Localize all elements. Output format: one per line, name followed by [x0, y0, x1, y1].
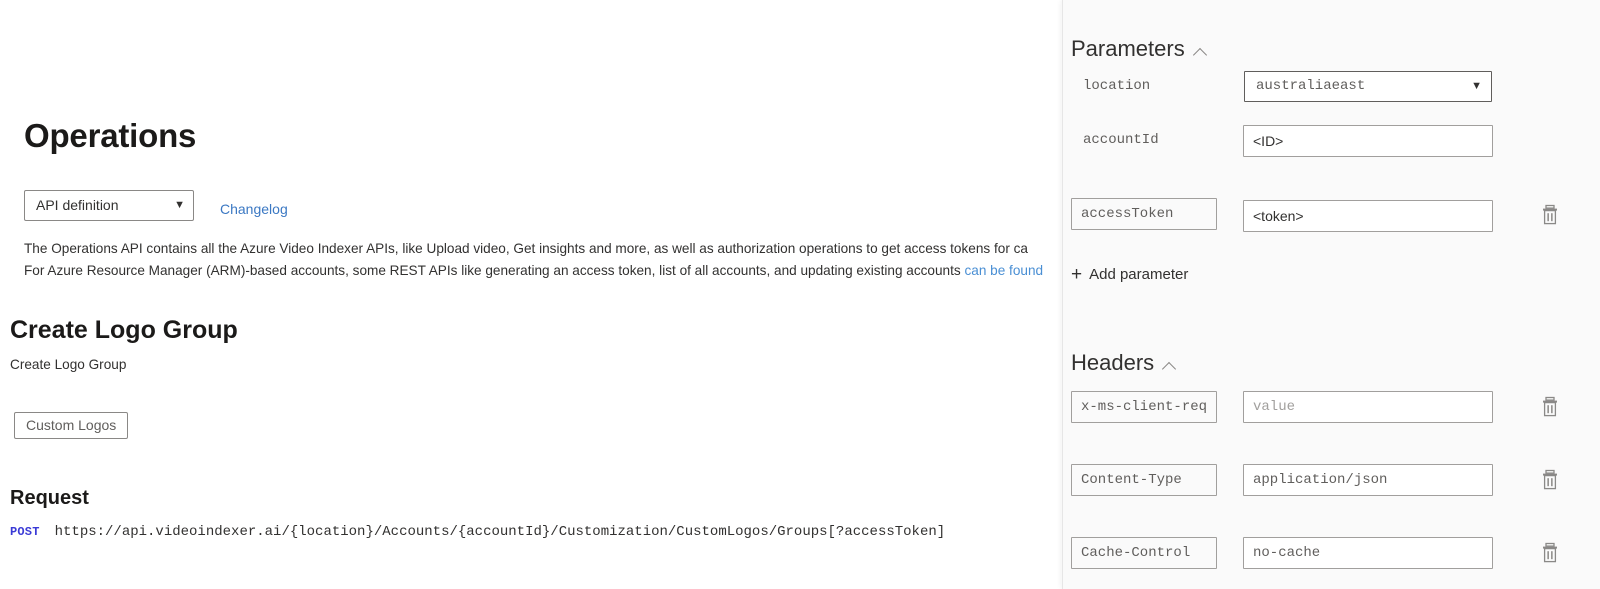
changelog-link[interactable]: Changelog: [220, 195, 288, 217]
parameter-label-location: location: [1083, 78, 1151, 94]
parameter-value-input-accesstoken[interactable]: <token>: [1243, 200, 1493, 232]
api-description: The Operations API contains all the Azur…: [24, 238, 1062, 282]
parameter-input-accountid[interactable]: <ID>: [1243, 125, 1493, 157]
plus-icon: +: [1071, 263, 1083, 285]
request-url-text: https://api.videoindexer.ai/{location}/A…: [54, 524, 946, 540]
add-parameter-label: Add parameter: [1089, 266, 1189, 283]
page-title: Operations: [24, 117, 197, 154]
arm-docs-link[interactable]: can be found: [964, 263, 1043, 278]
documentation-pane: Operations API definition ▼ Changelog Th…: [0, 0, 1062, 589]
parameter-row-location: location australiaeast ▼: [1063, 71, 1600, 105]
api-definition-select[interactable]: API definition: [24, 190, 194, 221]
header-row: Content-Type application/json: [1063, 464, 1600, 498]
custom-logos-tag-button[interactable]: Custom Logos: [14, 412, 129, 439]
trash-icon[interactable]: [1540, 469, 1560, 491]
trash-icon[interactable]: [1540, 396, 1560, 418]
operation-title: Create Logo Group: [10, 316, 238, 344]
chevron-up-icon[interactable]: [1194, 47, 1209, 56]
parameter-select-location-value: australiaeast: [1256, 78, 1366, 94]
parameter-key-input-accesstoken[interactable]: accessToken: [1071, 198, 1217, 230]
trash-icon[interactable]: [1540, 542, 1560, 564]
parameter-row-accountid: accountId <ID>: [1063, 125, 1600, 159]
app-root: Operations API definition ▼ Changelog Th…: [0, 0, 1600, 589]
parameter-select-location[interactable]: australiaeast ▼: [1244, 71, 1492, 102]
request-heading: Request: [10, 487, 89, 509]
parameter-label-accountid: accountId: [1083, 132, 1159, 148]
api-description-line-2: For Azure Resource Manager (ARM)-based a…: [24, 260, 1062, 282]
request-method-label: POST: [10, 525, 40, 539]
header-key-input[interactable]: Content-Type: [1071, 464, 1217, 496]
add-parameter-button[interactable]: + Add parameter: [1071, 263, 1189, 285]
headers-section-header[interactable]: Headers: [1071, 350, 1178, 376]
header-value-input[interactable]: application/json: [1243, 464, 1493, 496]
chevron-down-icon: ▼: [1471, 80, 1482, 92]
trash-icon[interactable]: [1540, 204, 1560, 226]
headers-heading-label: Headers: [1071, 350, 1155, 375]
api-definition-select-wrap: API definition ▼: [24, 190, 194, 221]
header-key-input[interactable]: Cache-Control: [1071, 537, 1217, 569]
api-description-line-2-text: For Azure Resource Manager (ARM)-based a…: [24, 263, 965, 278]
api-description-line-1: The Operations API contains all the Azur…: [24, 241, 1028, 256]
header-value-input[interactable]: no-cache: [1243, 537, 1493, 569]
operation-subtitle: Create Logo Group: [10, 357, 127, 372]
parameters-heading-label: Parameters: [1071, 36, 1185, 61]
chevron-up-icon[interactable]: [1163, 361, 1178, 370]
header-row: x-ms-client-req value: [1063, 391, 1600, 425]
doc-toolbar: API definition ▼ Changelog: [24, 190, 288, 221]
header-key-input[interactable]: x-ms-client-req: [1071, 391, 1217, 423]
parameters-section-header[interactable]: Parameters: [1071, 36, 1209, 62]
request-url-line: POST https://api.videoindexer.ai/{locatio…: [10, 524, 945, 540]
try-it-console-panel: Parameters location australiaeast ▼ acco…: [1062, 0, 1600, 589]
header-row: Cache-Control no-cache: [1063, 537, 1600, 571]
parameter-row-accesstoken: accessToken <token>: [1063, 198, 1600, 232]
header-value-input[interactable]: value: [1243, 391, 1493, 423]
